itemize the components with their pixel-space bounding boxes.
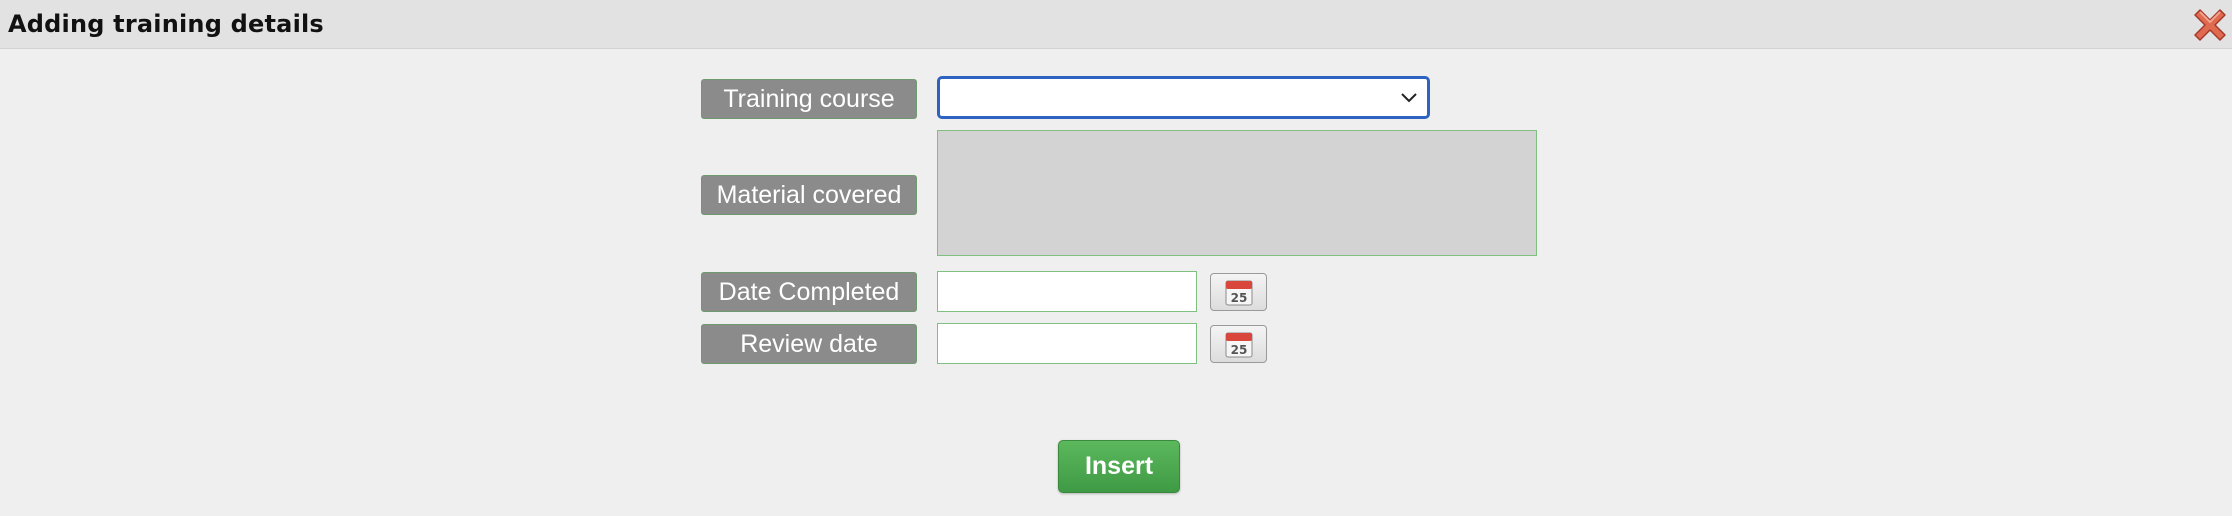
calendar-day-text: 25 (1231, 343, 1248, 357)
calendar-day-text: 25 (1231, 291, 1248, 305)
calendar-icon: 25 (1225, 280, 1253, 306)
chevron-down-icon (1401, 93, 1417, 103)
date-completed-input[interactable] (937, 271, 1197, 312)
date-completed-calendar-button[interactable]: 25 (1210, 273, 1267, 311)
close-icon[interactable] (2192, 6, 2228, 42)
dialog-title: Adding training details (8, 10, 324, 38)
training-course-select[interactable] (937, 76, 1430, 119)
dialog-titlebar: Adding training details (0, 0, 2232, 49)
date-completed-label: Date Completed (701, 272, 917, 312)
material-covered-textarea[interactable] (937, 130, 1537, 256)
review-date-input[interactable] (937, 323, 1197, 364)
training-course-label: Training course (701, 79, 917, 119)
insert-button[interactable]: Insert (1058, 440, 1180, 493)
review-date-calendar-button[interactable]: 25 (1210, 325, 1267, 363)
material-covered-label: Material covered (701, 175, 917, 215)
calendar-icon: 25 (1225, 332, 1253, 358)
review-date-label: Review date (701, 324, 917, 364)
